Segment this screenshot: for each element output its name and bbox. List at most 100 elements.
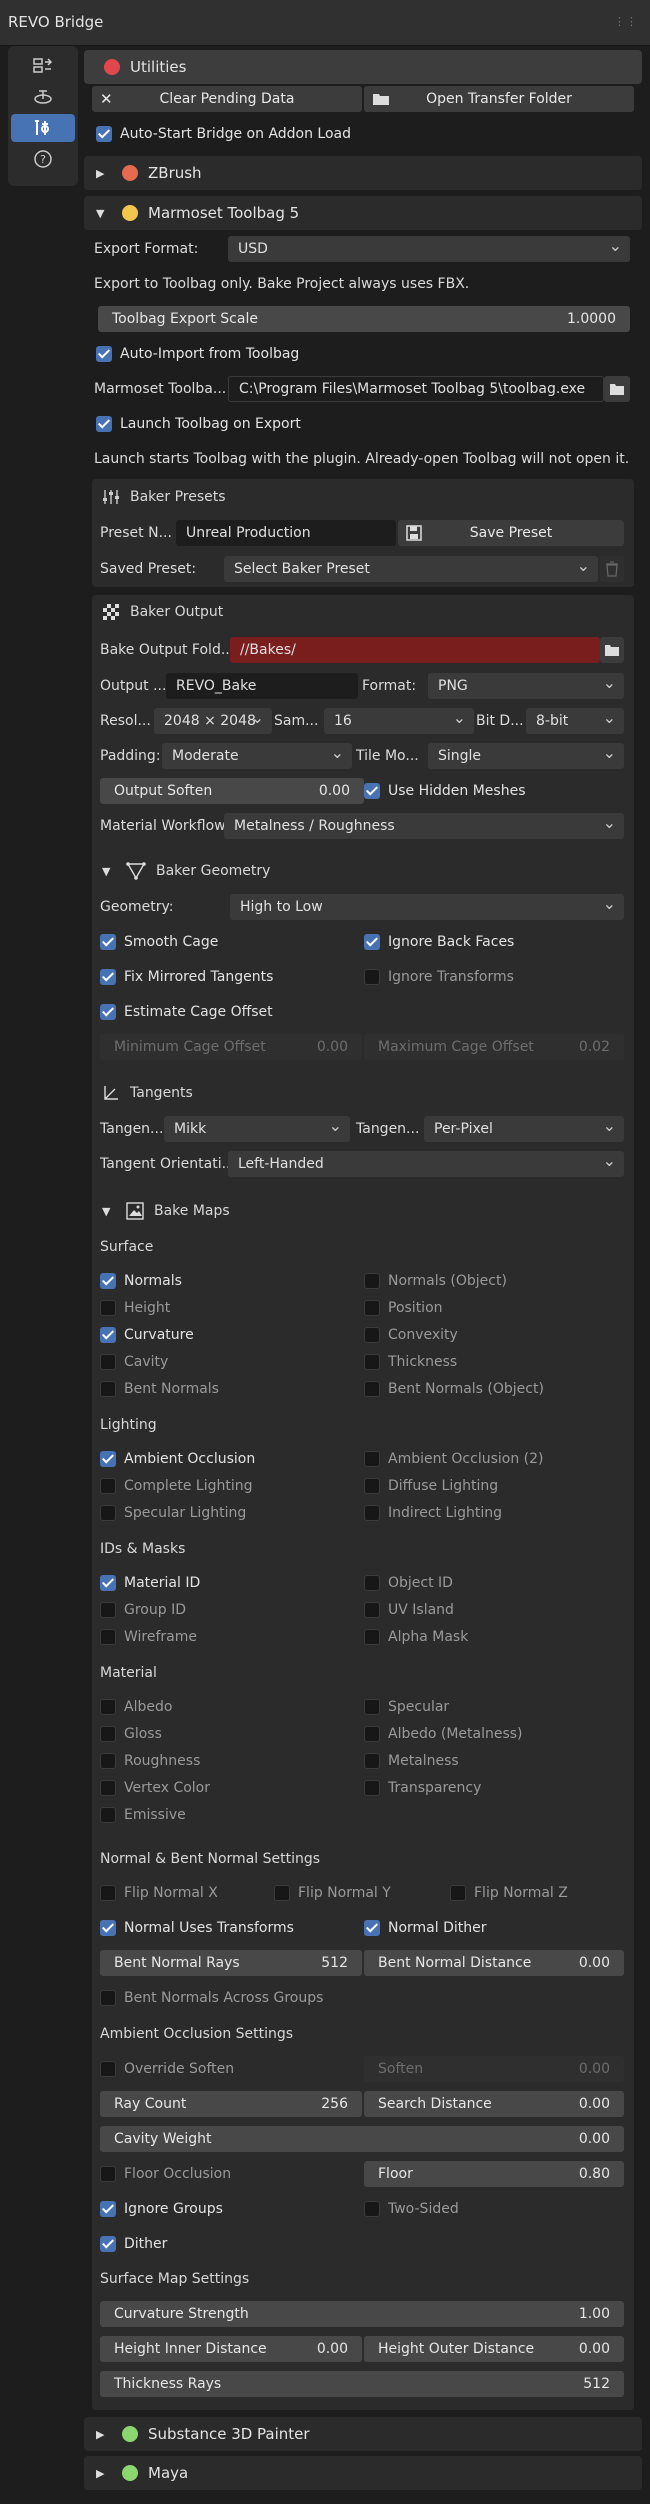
tangent-space-select[interactable]: Mikk <box>164 1116 350 1142</box>
flip-normal-y-checkbox[interactable]: Flip Normal Y <box>274 1880 391 1906</box>
baker-geometry-header[interactable]: ▼ Baker Geometry <box>102 858 270 884</box>
marmoset-header[interactable]: ▼ Marmoset Toolbag 5 <box>84 196 642 230</box>
height-inner-distance-field[interactable]: Height Inner Distance 0.00 <box>100 2336 362 2362</box>
sidebar-tool-button[interactable] <box>11 52 75 80</box>
wireframe-checkbox[interactable]: Wireframe <box>100 1624 197 1650</box>
gloss-checkbox[interactable]: Gloss <box>100 1721 162 1747</box>
maximum-cage-offset-field[interactable]: Maximum Cage Offset 0.02 <box>364 1034 624 1060</box>
override-soften-checkbox[interactable]: Override Soften <box>100 2056 234 2082</box>
cavity-checkbox[interactable]: Cavity <box>100 1349 168 1375</box>
height-checkbox[interactable]: Height <box>100 1295 170 1321</box>
bake-output-folder-input[interactable]: //Bakes/ <box>230 637 600 663</box>
ambient-occlusion-2-checkbox[interactable]: Ambient Occlusion (2) <box>364 1446 544 1472</box>
minimum-cage-offset-field[interactable]: Minimum Cage Offset 0.00 <box>100 1034 362 1060</box>
floor-field[interactable]: Floor 0.80 <box>364 2161 624 2187</box>
two-sided-checkbox[interactable]: Two-Sided <box>364 2196 459 2222</box>
tangent-orientation-select[interactable]: Left-Handed <box>228 1151 624 1177</box>
thickness-checkbox[interactable]: Thickness <box>364 1349 457 1375</box>
metalness-checkbox[interactable]: Metalness <box>364 1748 459 1774</box>
bent-normal-rays-field[interactable]: Bent Normal Rays 512 <box>100 1950 362 1976</box>
utilities-header[interactable]: Utilities <box>84 50 642 84</box>
normals-object-checkbox[interactable]: Normals (Object) <box>364 1268 507 1294</box>
use-hidden-meshes-checkbox[interactable]: Use Hidden Meshes <box>364 778 526 804</box>
floor-occlusion-checkbox[interactable]: Floor Occlusion <box>100 2161 231 2187</box>
sidebar-view-button[interactable] <box>11 83 75 111</box>
maya-header[interactable]: ▶ Maya <box>84 2456 642 2490</box>
launch-toolbag-checkbox[interactable]: Launch Toolbag on Export <box>96 411 301 437</box>
delete-preset-button[interactable] <box>600 556 624 582</box>
output-name-input[interactable]: REVO_Bake <box>166 673 358 699</box>
samples-select[interactable]: 16 <box>324 708 474 734</box>
ignore-groups-checkbox[interactable]: Ignore Groups <box>100 2196 223 2222</box>
flip-normal-z-checkbox[interactable]: Flip Normal Z <box>450 1880 568 1906</box>
specular-checkbox[interactable]: Specular <box>364 1694 449 1720</box>
material-workflow-select[interactable]: Metalness / Roughness <box>224 813 624 839</box>
smooth-cage-checkbox[interactable]: Smooth Cage <box>100 929 218 955</box>
ao-dither-checkbox[interactable]: Dither <box>100 2231 167 2257</box>
toolbag-export-scale-field[interactable]: Toolbag Export Scale 1.0000 <box>98 306 630 332</box>
ignore-transforms-checkbox[interactable]: Ignore Transforms <box>364 964 514 990</box>
search-distance-field[interactable]: Search Distance 0.00 <box>364 2091 624 2117</box>
albedo-checkbox[interactable]: Albedo <box>100 1694 172 1720</box>
bent-normals-object-checkbox[interactable]: Bent Normals (Object) <box>364 1376 544 1402</box>
drag-grip-icon[interactable]: ⋮⋮ <box>614 15 638 28</box>
fix-mirrored-tangents-checkbox[interactable]: Fix Mirrored Tangents <box>100 964 273 990</box>
albedo-metalness-checkbox[interactable]: Albedo (Metalness) <box>364 1721 523 1747</box>
object-id-checkbox[interactable]: Object ID <box>364 1570 453 1596</box>
complete-lighting-checkbox[interactable]: Complete Lighting <box>100 1473 253 1499</box>
sidebar-settings-button[interactable] <box>11 114 75 142</box>
normal-uses-transforms-checkbox[interactable]: Normal Uses Transforms <box>100 1915 294 1941</box>
bake-maps-header[interactable]: ▼ Bake Maps <box>102 1198 230 1224</box>
normals-checkbox[interactable]: Normals <box>100 1268 182 1294</box>
curvature-strength-field[interactable]: Curvature Strength 1.00 <box>100 2301 624 2327</box>
auto-import-checkbox[interactable]: Auto-Import from Toolbag <box>96 341 299 367</box>
preset-name-input[interactable]: Unreal Production <box>176 520 396 546</box>
padding-select[interactable]: Moderate <box>162 743 352 769</box>
position-checkbox[interactable]: Position <box>364 1295 443 1321</box>
zbrush-header[interactable]: ▶ ZBrush <box>84 156 642 190</box>
uv-island-checkbox[interactable]: UV Island <box>364 1597 454 1623</box>
emissive-checkbox[interactable]: Emissive <box>100 1802 186 1828</box>
geometry-select[interactable]: High to Low <box>230 894 624 920</box>
indirect-lighting-checkbox[interactable]: Indirect Lighting <box>364 1500 502 1526</box>
ray-count-field[interactable]: Ray Count 256 <box>100 2091 362 2117</box>
browse-output-button[interactable] <box>600 637 624 663</box>
ambient-occlusion-checkbox[interactable]: Ambient Occlusion <box>100 1446 255 1472</box>
save-preset-button[interactable]: Save Preset <box>398 520 624 546</box>
alpha-mask-checkbox[interactable]: Alpha Mask <box>364 1624 468 1650</box>
output-soften-field[interactable]: Output Soften 0.00 <box>100 778 364 804</box>
tile-mode-select[interactable]: Single <box>428 743 624 769</box>
tangent-mode-select[interactable]: Per-Pixel <box>424 1116 624 1142</box>
substance-header[interactable]: ▶ Substance 3D Painter <box>84 2417 642 2451</box>
sidebar-help-button[interactable]: ? <box>11 145 75 173</box>
transparency-checkbox[interactable]: Transparency <box>364 1775 481 1801</box>
specular-lighting-checkbox[interactable]: Specular Lighting <box>100 1500 246 1526</box>
panel-header[interactable]: REVO Bridge ⋮⋮ <box>0 0 650 46</box>
convexity-checkbox[interactable]: Convexity <box>364 1322 458 1348</box>
browse-path-button[interactable] <box>604 376 630 402</box>
saved-preset-select[interactable]: Select Baker Preset <box>224 556 598 582</box>
ao-soften-field[interactable]: Soften 0.00 <box>364 2056 624 2082</box>
format-select[interactable]: PNG <box>428 673 624 699</box>
normal-dither-checkbox[interactable]: Normal Dither <box>364 1915 487 1941</box>
bit-depth-select[interactable]: 8-bit <box>526 708 624 734</box>
bent-normals-across-groups-checkbox[interactable]: Bent Normals Across Groups <box>100 1985 323 2011</box>
open-transfer-folder-button[interactable]: Open Transfer Folder <box>364 86 634 112</box>
flip-normal-x-checkbox[interactable]: Flip Normal X <box>100 1880 218 1906</box>
height-outer-distance-field[interactable]: Height Outer Distance 0.00 <box>364 2336 624 2362</box>
curvature-checkbox[interactable]: Curvature <box>100 1322 194 1348</box>
diffuse-lighting-checkbox[interactable]: Diffuse Lighting <box>364 1473 498 1499</box>
group-id-checkbox[interactable]: Group ID <box>100 1597 186 1623</box>
thickness-rays-field[interactable]: Thickness Rays 512 <box>100 2371 624 2397</box>
autostart-checkbox[interactable]: Auto-Start Bridge on Addon Load <box>96 121 351 147</box>
vertex-color-checkbox[interactable]: Vertex Color <box>100 1775 210 1801</box>
ignore-back-faces-checkbox[interactable]: Ignore Back Faces <box>364 929 514 955</box>
cavity-weight-field[interactable]: Cavity Weight 0.00 <box>100 2126 624 2152</box>
bent-normals-checkbox[interactable]: Bent Normals <box>100 1376 219 1402</box>
clear-pending-button[interactable]: ✕ Clear Pending Data <box>92 86 362 112</box>
material-id-checkbox[interactable]: Material ID <box>100 1570 200 1596</box>
export-format-select[interactable]: USD <box>228 236 630 262</box>
toolbag-path-input[interactable]: C:\Program Files\Marmoset Toolbag 5\tool… <box>228 376 604 402</box>
roughness-checkbox[interactable]: Roughness <box>100 1748 200 1774</box>
bent-normal-distance-field[interactable]: Bent Normal Distance 0.00 <box>364 1950 624 1976</box>
